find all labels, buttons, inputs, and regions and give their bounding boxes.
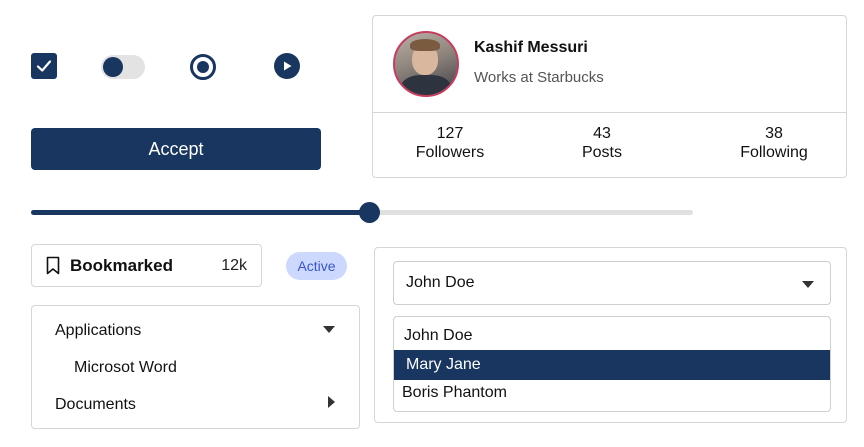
select-value: John Doe	[406, 274, 475, 291]
chevron-down-icon[interactable]	[323, 326, 335, 333]
toggle-switch[interactable]	[101, 55, 145, 79]
slider-fill	[31, 210, 369, 215]
chevron-down-icon	[802, 281, 814, 288]
checkmark-icon	[36, 60, 52, 72]
stat-following: 38 Following	[719, 124, 829, 162]
bookmark-icon	[46, 256, 60, 275]
select-options: John Doe Mary Jane Boris Phantom	[393, 316, 831, 412]
stat-value: 43	[593, 125, 611, 142]
stat-posts: 43 Posts	[547, 124, 657, 162]
option-mary-jane[interactable]: Mary Jane	[394, 350, 830, 380]
checkbox[interactable]	[31, 53, 57, 79]
stat-label: Followers	[415, 144, 485, 161]
profile-subtitle: Works at Starbucks	[474, 69, 604, 86]
divider	[373, 112, 846, 113]
accept-button[interactable]: Accept	[31, 128, 321, 170]
chevron-right-icon[interactable]	[328, 396, 335, 408]
profile-name: Kashif Messuri	[474, 39, 588, 56]
bookmark-chip[interactable]: Bookmarked 12k	[31, 244, 262, 287]
radio-button[interactable]	[190, 54, 216, 80]
slider-thumb[interactable]	[358, 202, 380, 223]
toggle-knob	[103, 57, 123, 77]
tree-item-documents[interactable]: Documents	[55, 396, 136, 414]
play-button[interactable]	[274, 53, 300, 79]
option-john-doe[interactable]: John Doe	[394, 321, 830, 351]
tree-item-applications[interactable]: Applications	[55, 322, 141, 340]
stat-label: Following	[740, 144, 808, 161]
avatar	[393, 31, 459, 97]
bookmark-count: 12k	[221, 256, 247, 274]
stat-value: 38	[765, 125, 783, 142]
name-select[interactable]: John Doe	[393, 261, 831, 305]
bookmark-label: Bookmarked	[70, 255, 173, 275]
radio-dot	[197, 61, 209, 73]
stat-followers: 127 Followers	[395, 124, 505, 162]
option-boris-phantom[interactable]: Boris Phantom	[394, 378, 830, 408]
tree-view: Applications Microsot Word Documents	[31, 305, 360, 429]
stat-value: 127	[436, 125, 464, 142]
dropdown-panel: John Doe John Doe Mary Jane Boris Phanto…	[374, 247, 847, 423]
tree-item-microsoft-word[interactable]: Microsot Word	[74, 359, 177, 377]
stat-label: Posts	[581, 144, 622, 161]
status-badge: Active	[286, 252, 347, 280]
play-icon	[284, 61, 292, 71]
profile-card: Kashif Messuri Works at Starbucks 127 Fo…	[372, 15, 847, 178]
